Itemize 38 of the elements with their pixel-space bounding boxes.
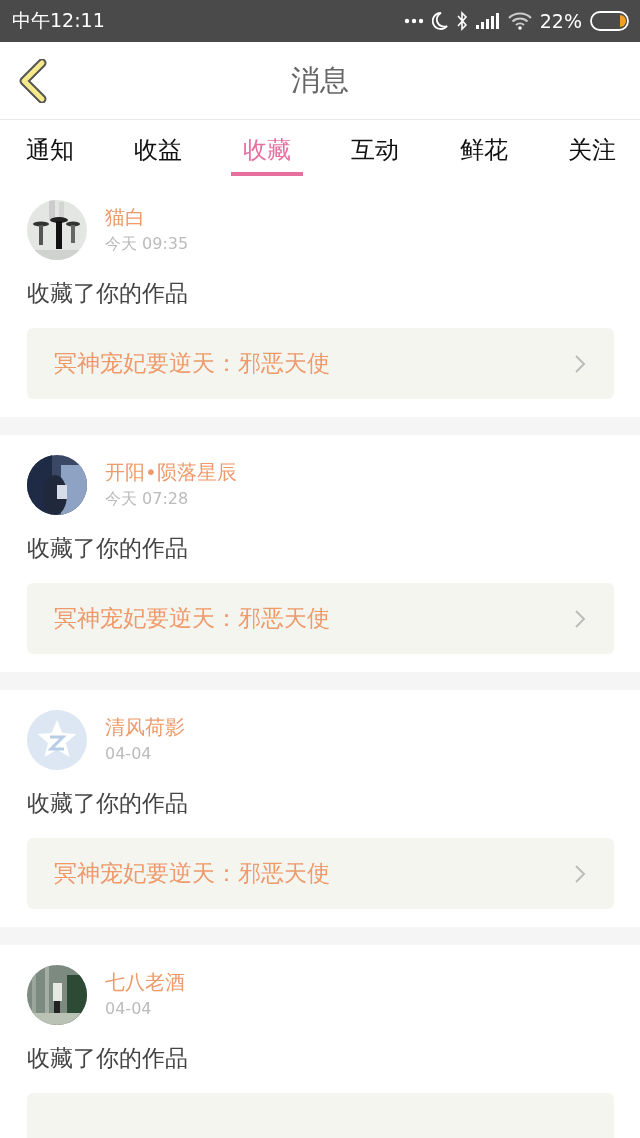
message-time: 04-04 xyxy=(105,743,153,765)
signal-icon xyxy=(475,13,500,29)
chevron-right-icon xyxy=(574,863,586,884)
message-time: 今天 07:28 xyxy=(105,488,190,510)
message-time: 04-04 xyxy=(105,998,153,1020)
message-text: 收藏了你的作品 xyxy=(27,534,189,563)
more-dots-icon xyxy=(403,18,424,24)
work-card[interactable]: 冥神宠妃要逆天：邪恶天使 xyxy=(27,583,614,654)
tab[interactable]: 鲜花 xyxy=(447,120,520,176)
tab[interactable]: 互动 xyxy=(339,120,412,176)
moon-icon xyxy=(431,12,448,30)
tab[interactable]: 收益 xyxy=(122,120,195,176)
user-name[interactable]: 猫白 xyxy=(105,203,189,231)
message-text: 收藏了你的作品 xyxy=(27,1044,189,1073)
battery-icon xyxy=(590,11,630,31)
tab[interactable]: 关注 xyxy=(555,120,628,176)
back-icon[interactable] xyxy=(18,59,48,103)
work-card[interactable]: 冥神宠妃要逆天：邪恶天使 xyxy=(27,328,614,399)
default-avatar-icon xyxy=(27,710,87,770)
work-card[interactable]: 冥神宠妃要逆天：邪恶天使 xyxy=(27,838,614,909)
work-title: 冥神宠妃要逆天：邪恶天使 xyxy=(54,604,330,633)
chevron-right-icon xyxy=(574,353,586,374)
bluetooth-icon xyxy=(455,11,468,31)
page-title: 消息 xyxy=(291,61,349,99)
tab[interactable]: 通知 xyxy=(14,120,86,176)
user-name[interactable]: 清风荷影 xyxy=(105,713,185,741)
user-name[interactable]: 七八老酒 xyxy=(105,968,185,996)
status-time: 中午12:11 xyxy=(12,8,105,33)
chevron-right-icon xyxy=(574,608,586,629)
message-text: 收藏了你的作品 xyxy=(27,279,189,308)
tab[interactable]: 收藏 xyxy=(230,120,303,176)
work-title: 冥神宠妃要逆天：邪恶天使 xyxy=(54,349,330,378)
user-name[interactable]: 开阳•陨落星辰 xyxy=(105,458,237,486)
message-time: 今天 09:35 xyxy=(105,233,189,255)
battery-percent: 22% xyxy=(539,10,582,32)
wifi-icon xyxy=(507,12,532,30)
work-title: 冥神宠妃要逆天：邪恶天使 xyxy=(54,859,330,888)
message-text: 收藏了你的作品 xyxy=(27,789,189,818)
